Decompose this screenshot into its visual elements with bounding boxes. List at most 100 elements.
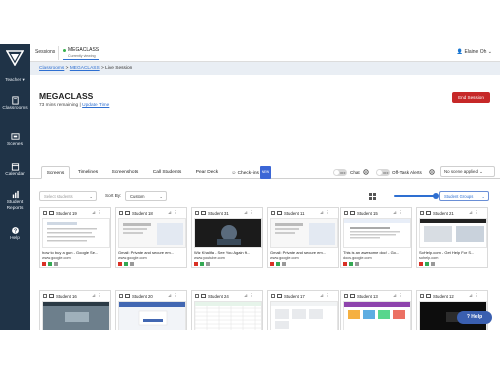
user-menu[interactable]: 👤 Elaine Oh ⌄ (457, 49, 492, 55)
select-students-dropdown[interactable]: Select students ⌄ (39, 191, 97, 201)
student-card[interactable]: Student 20⊿ ⋮Log into Facebookwww.facebo… (115, 290, 187, 330)
screen-thumbnail[interactable] (419, 218, 487, 248)
sidebar: Teacher ▾ Classrooms Scenes Calendar Stu… (0, 44, 30, 330)
screen-thumbnail[interactable] (42, 218, 110, 248)
select-checkbox[interactable] (43, 211, 47, 215)
more-icon[interactable]: ⋮ (97, 293, 102, 298)
lock-icon[interactable] (355, 262, 359, 266)
student-card[interactable]: Student 31 ⊿ ⋮ Wiz Khalifa - See You Again… (191, 207, 263, 268)
session-tab[interactable]: MEGACLASS Currently viewing (63, 46, 99, 60)
sidebar-item-student-reports[interactable]: Student Reports (0, 190, 30, 211)
more-icon[interactable]: ⋮ (474, 293, 479, 298)
sidebar-item-help[interactable]: ? Help (0, 226, 30, 242)
select-checkbox[interactable] (271, 294, 275, 298)
tab-timelines[interactable]: Timelines (73, 166, 103, 179)
sessions-link[interactable]: Sessions (35, 49, 55, 55)
student-card[interactable]: Student 18 ⊿ ⋮ Gmail: Private and secure e… (115, 207, 187, 268)
student-card[interactable]: Student 21 ⊿ ⋮ SoHelp.com - Get Help For S… (416, 207, 488, 268)
select-checkbox[interactable] (344, 294, 348, 298)
more-icon[interactable]: ⋮ (325, 210, 330, 215)
select-checkbox[interactable] (420, 294, 424, 298)
lock-icon[interactable] (206, 262, 210, 266)
sort-dropdown[interactable]: Custom ⌄ (125, 191, 167, 201)
open-tab-icon[interactable] (48, 262, 52, 266)
screen-thumbnail[interactable] (270, 301, 338, 330)
session-header: MEGACLASS 73 mins remaining | Update Tim… (30, 75, 500, 163)
more-icon[interactable]: ⋮ (249, 293, 254, 298)
lock-icon[interactable] (54, 262, 58, 266)
tab-check-ins[interactable]: ☺ Check-ins NEW (229, 166, 273, 179)
student-card[interactable]: Student 24⊿ ⋮Test Sheet - Google Sheetsd… (191, 290, 263, 330)
open-tab-icon[interactable] (349, 262, 353, 266)
more-icon[interactable]: ⋮ (249, 210, 254, 215)
select-checkbox[interactable] (344, 211, 348, 215)
sidebar-item-label: Scenes (7, 142, 23, 147)
lock-icon[interactable] (282, 262, 286, 266)
card-header: Student 16 ⊿ ⋮ (40, 291, 110, 301)
gear-icon[interactable] (429, 169, 435, 175)
tab-call-students[interactable]: Call Students (147, 166, 187, 179)
end-session-button[interactable]: End Session (452, 92, 490, 103)
more-icon[interactable]: ⋮ (173, 293, 178, 298)
screen-thumbnail[interactable] (118, 218, 186, 248)
chart-icon (12, 190, 19, 199)
open-tab-icon[interactable] (200, 262, 204, 266)
screen-thumbnail[interactable] (42, 301, 110, 330)
open-tab-icon[interactable] (276, 262, 280, 266)
tab-screens[interactable]: Screens (41, 166, 70, 179)
more-icon[interactable]: ⋮ (398, 210, 403, 215)
close-tab-icon[interactable] (118, 262, 122, 266)
more-icon[interactable]: ⋮ (325, 293, 330, 298)
student-card[interactable]: Student 17⊿ ⋮Personal Cloud Storage & Fi… (267, 290, 339, 330)
select-checkbox[interactable] (195, 294, 199, 298)
close-tab-icon[interactable] (419, 262, 423, 266)
help-button[interactable]: ? Help (457, 311, 492, 324)
select-checkbox[interactable] (119, 211, 123, 215)
more-icon[interactable]: ⋮ (97, 210, 102, 215)
role-menu[interactable]: Teacher ▾ (0, 77, 30, 83)
update-time-link[interactable]: Update Time (82, 103, 109, 108)
close-tab-icon[interactable] (42, 262, 46, 266)
student-card[interactable]: Student 13⊿ ⋮Games - Free Online Games a… (340, 290, 412, 330)
sidebar-item-calendar[interactable]: Calendar (0, 162, 30, 178)
student-card[interactable]: Student 19 ⊿ ⋮ how to buy a gun - Google S… (39, 207, 111, 268)
student-groups-dropdown[interactable]: Student Groups ⌄ (439, 191, 489, 201)
screen-thumbnail[interactable] (118, 301, 186, 330)
sidebar-item-classrooms[interactable]: Classrooms (0, 96, 30, 112)
student-card[interactable]: Student 11 ⊿ ⋮ Gmail: Private and secure e… (267, 207, 339, 268)
tab-pear-deck[interactable]: Pear Deck (192, 166, 222, 179)
screen-thumbnail[interactable] (194, 218, 262, 248)
scene-select[interactable]: No scene applied ⌄ (440, 166, 495, 177)
screen-thumbnail[interactable] (194, 301, 262, 330)
grid-view-icon[interactable] (369, 193, 376, 200)
new-badge: NEW (260, 166, 271, 179)
select-checkbox[interactable] (271, 211, 275, 215)
student-card[interactable]: Student 15 ⊿ ⋮ This is an awesome doc! - G… (340, 207, 412, 268)
student-card[interactable]: Student 16⊿ ⋮Website Blocked by Administ… (39, 290, 111, 330)
sidebar-item-scenes[interactable]: Scenes (0, 132, 30, 148)
thumbnail-size-slider[interactable] (394, 195, 436, 197)
lock-icon[interactable] (431, 262, 435, 266)
select-checkbox[interactable] (195, 211, 199, 215)
more-icon[interactable]: ⋮ (398, 293, 403, 298)
open-tab-icon[interactable] (425, 262, 429, 266)
lock-icon[interactable] (130, 262, 134, 266)
chevron-down-icon: ⌄ (89, 194, 93, 199)
student-card[interactable]: Student 12⊿ ⋮Coldplay - Hymn For The We.… (416, 290, 488, 330)
close-tab-icon[interactable] (343, 262, 347, 266)
screen-thumbnail[interactable] (270, 218, 338, 248)
more-icon[interactable]: ⋮ (474, 210, 479, 215)
breadcrumb-classrooms[interactable]: Classrooms (39, 66, 64, 71)
screen-thumbnail[interactable] (343, 218, 411, 248)
close-tab-icon[interactable] (270, 262, 274, 266)
close-tab-icon[interactable] (194, 262, 198, 266)
select-checkbox[interactable] (43, 294, 47, 298)
more-icon[interactable]: ⋮ (173, 210, 178, 215)
breadcrumb-class[interactable]: MEGACLASS (70, 66, 100, 71)
screen-thumbnail[interactable] (343, 301, 411, 330)
tab-screenshots[interactable]: Screenshots (108, 166, 142, 179)
open-tab-icon[interactable] (124, 262, 128, 266)
gear-icon[interactable] (363, 169, 369, 175)
select-checkbox[interactable] (420, 211, 424, 215)
select-checkbox[interactable] (119, 294, 123, 298)
